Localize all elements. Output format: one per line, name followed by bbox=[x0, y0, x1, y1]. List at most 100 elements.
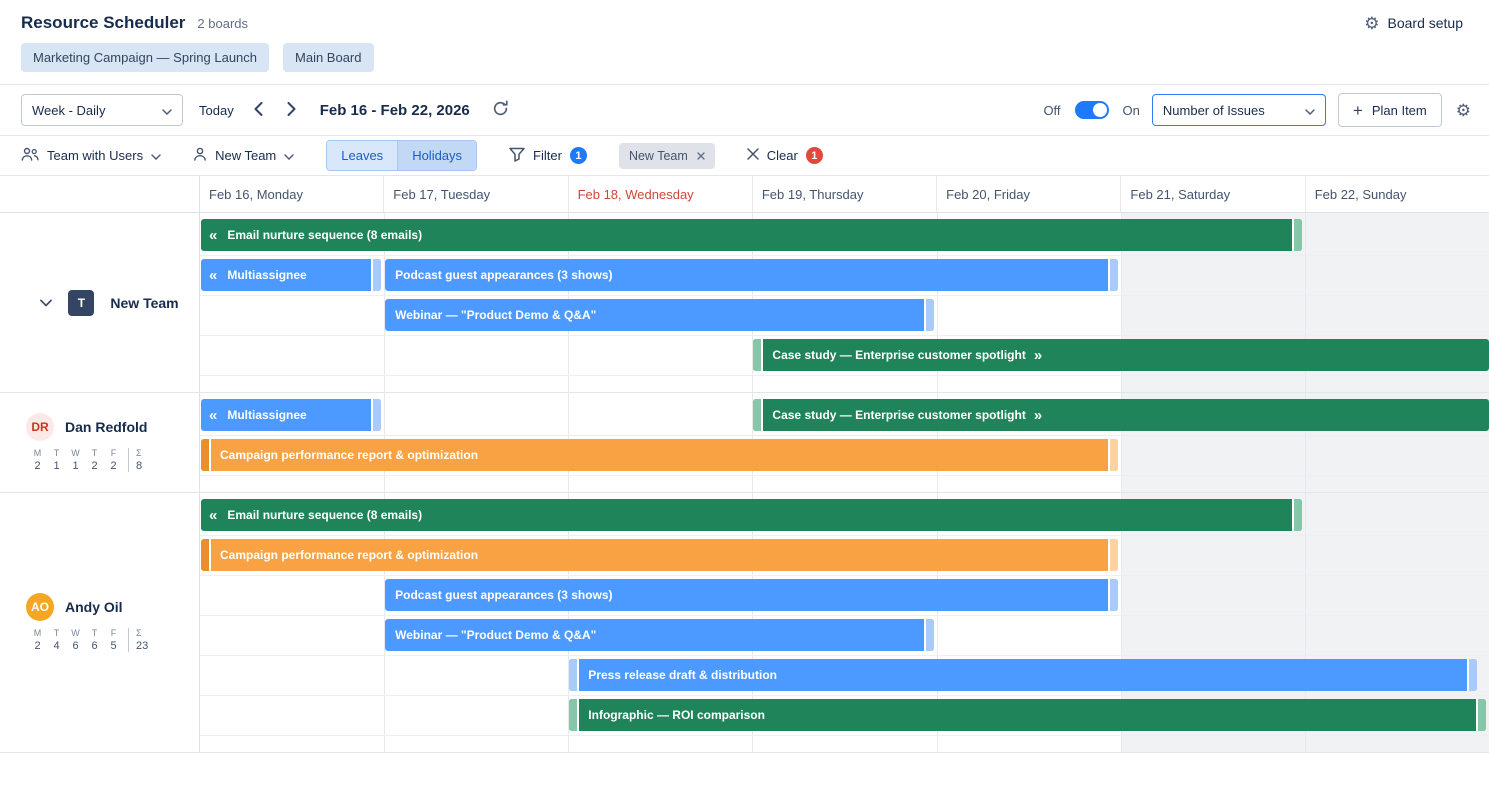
board-chip-main[interactable]: Main Board bbox=[283, 43, 373, 72]
toggle-on-label: On bbox=[1123, 103, 1140, 118]
page-title: Resource Scheduler bbox=[21, 13, 185, 33]
calendar-header-spacer bbox=[0, 176, 200, 212]
leaves-button[interactable]: Leaves bbox=[327, 141, 397, 170]
schedule-bar[interactable]: Case study — Enterprise customer spotlig… bbox=[753, 399, 1489, 431]
view-mode-select[interactable]: Week - Daily bbox=[21, 94, 183, 126]
bar-end-cap bbox=[1467, 659, 1477, 691]
schedule-bar[interactable]: Podcast guest appearances (3 shows) bbox=[385, 259, 1118, 291]
continues-right-icon: » bbox=[1034, 408, 1042, 423]
prev-week-button[interactable] bbox=[250, 100, 267, 121]
bar-label: Multiassignee bbox=[227, 408, 306, 422]
calendar-header-days: Feb 16, MondayFeb 17, TuesdayFeb 18, Wed… bbox=[200, 176, 1489, 212]
schedule-bar[interactable]: Press release draft & distribution bbox=[569, 659, 1477, 691]
toggle-off-label: Off bbox=[1043, 103, 1060, 118]
continues-left-icon: « bbox=[209, 508, 217, 523]
remove-filter-icon[interactable] bbox=[697, 149, 705, 163]
lane-divider bbox=[200, 615, 1489, 616]
bar-label: Podcast guest appearances (3 shows) bbox=[395, 268, 612, 282]
filter-bar: Team with Users New Team Leaves Holidays… bbox=[0, 136, 1489, 176]
row-label: TNew Team bbox=[0, 213, 200, 392]
bar-label: Case study — Enterprise customer spotlig… bbox=[772, 348, 1025, 362]
lane-divider bbox=[200, 535, 1489, 536]
gear-icon: ⚙ bbox=[1364, 15, 1379, 32]
workload-day: T1 bbox=[47, 448, 66, 472]
bar-start-cap bbox=[753, 339, 763, 371]
resource-scheduler-app: Resource Scheduler 2 boards ⚙ Board setu… bbox=[0, 0, 1489, 807]
bar-label: Webinar — "Product Demo & Q&A" bbox=[395, 628, 596, 642]
workload-day: T2 bbox=[85, 448, 104, 472]
schedule-bar[interactable]: « Email nurture sequence (8 emails) bbox=[201, 499, 1302, 531]
schedule-bar[interactable]: Case study — Enterprise customer spotlig… bbox=[753, 339, 1489, 371]
number-of-issues-value: Number of Issues bbox=[1163, 103, 1265, 118]
schedule-bar[interactable]: Infographic — ROI comparison bbox=[569, 699, 1486, 731]
day-header-cell: Feb 20, Friday bbox=[936, 176, 1120, 212]
chevron-right-icon bbox=[287, 102, 296, 119]
bar-label: Email nurture sequence (8 emails) bbox=[227, 508, 422, 522]
clear-filters-button[interactable]: Clear 1 bbox=[747, 147, 823, 164]
leaves-holidays-segment: Leaves Holidays bbox=[326, 140, 477, 171]
toggle-knob bbox=[1093, 103, 1107, 117]
refresh-icon bbox=[492, 100, 509, 120]
bar-end-cap bbox=[1108, 579, 1118, 611]
lane-divider bbox=[200, 255, 1489, 256]
workload-summary: M2T4W6T6F5Σ23 bbox=[28, 628, 199, 652]
day-cell bbox=[200, 493, 384, 752]
schedule-bar[interactable]: Podcast guest appearances (3 shows) bbox=[385, 579, 1118, 611]
schedule-bar[interactable]: «Multiassignee bbox=[201, 399, 381, 431]
plan-item-button[interactable]: + Plan Item bbox=[1338, 93, 1442, 127]
day-header-cell: Feb 21, Saturday bbox=[1120, 176, 1304, 212]
team-with-users-label: Team with Users bbox=[47, 148, 143, 163]
filter-funnel-icon bbox=[509, 147, 525, 165]
collapse-chevron-icon[interactable] bbox=[40, 299, 52, 307]
next-week-button[interactable] bbox=[283, 100, 300, 121]
issues-toggle[interactable] bbox=[1075, 101, 1109, 119]
team-with-users-select[interactable]: Team with Users bbox=[21, 147, 161, 164]
lane-divider bbox=[200, 575, 1489, 576]
filter-count-badge: 1 bbox=[570, 147, 587, 164]
schedule-bar[interactable]: «Multiassignee bbox=[201, 259, 381, 291]
holidays-button[interactable]: Holidays bbox=[397, 141, 476, 170]
workload-day: T6 bbox=[85, 628, 104, 652]
lane-divider bbox=[200, 435, 1489, 436]
board-chips: Marketing Campaign — Spring Launch Main … bbox=[0, 37, 1489, 84]
board-chip-marketing[interactable]: Marketing Campaign — Spring Launch bbox=[21, 43, 269, 72]
day-header-cell: Feb 19, Thursday bbox=[752, 176, 936, 212]
workload-summary: M2T1W1T2F2Σ8 bbox=[28, 448, 199, 472]
bar-label: Webinar — "Product Demo & Q&A" bbox=[395, 308, 596, 322]
active-filter-chip-label: New Team bbox=[629, 149, 688, 163]
bar-end-cap bbox=[924, 299, 934, 331]
board-setup-button[interactable]: ⚙ Board setup bbox=[1364, 15, 1463, 32]
avatar: DR bbox=[26, 413, 54, 441]
resource-name: Dan Redfold bbox=[65, 419, 147, 435]
bar-label: Press release draft & distribution bbox=[588, 668, 777, 682]
continues-right-icon: » bbox=[1034, 348, 1042, 363]
filter-button[interactable]: Filter 1 bbox=[509, 147, 587, 165]
row-label: AOAndy Oil M2T4W6T6F5Σ23 bbox=[0, 493, 200, 752]
scheduler-rows: TNew Team « Email nurture sequence (8 emai… bbox=[0, 213, 1489, 753]
schedule-bar[interactable]: Campaign performance report & optimizati… bbox=[201, 539, 1118, 571]
continues-left-icon: « bbox=[209, 228, 217, 243]
resource-head: AOAndy Oil bbox=[26, 593, 199, 621]
lane-divider bbox=[200, 735, 1489, 736]
settings-button[interactable]: ⚙ bbox=[1454, 100, 1473, 121]
schedule-bar[interactable]: Webinar — "Product Demo & Q&A" bbox=[385, 299, 933, 331]
bar-start-cap bbox=[201, 439, 211, 471]
people-icon bbox=[21, 147, 39, 164]
plan-item-label: Plan Item bbox=[1372, 103, 1427, 118]
close-icon bbox=[747, 148, 759, 163]
schedule-bar[interactable]: Campaign performance report & optimizati… bbox=[201, 439, 1118, 471]
active-filter-chip[interactable]: New Team bbox=[619, 143, 715, 169]
bar-label: Infographic — ROI comparison bbox=[588, 708, 765, 722]
team-select[interactable]: New Team bbox=[193, 147, 294, 164]
schedule-bar[interactable]: «Email nurture sequence (8 emails) bbox=[201, 219, 1302, 251]
bar-label: Podcast guest appearances (3 shows) bbox=[395, 588, 612, 602]
number-of-issues-select[interactable]: Number of Issues bbox=[1152, 94, 1326, 126]
lane-divider bbox=[200, 295, 1489, 296]
workload-total: Σ23 bbox=[128, 628, 148, 652]
today-button[interactable]: Today bbox=[199, 103, 234, 118]
chevron-left-icon bbox=[254, 102, 263, 119]
bar-start-cap bbox=[201, 539, 211, 571]
bar-end-cap bbox=[1476, 699, 1486, 731]
schedule-bar[interactable]: Webinar — "Product Demo & Q&A" bbox=[385, 619, 933, 651]
refresh-button[interactable] bbox=[490, 98, 511, 122]
